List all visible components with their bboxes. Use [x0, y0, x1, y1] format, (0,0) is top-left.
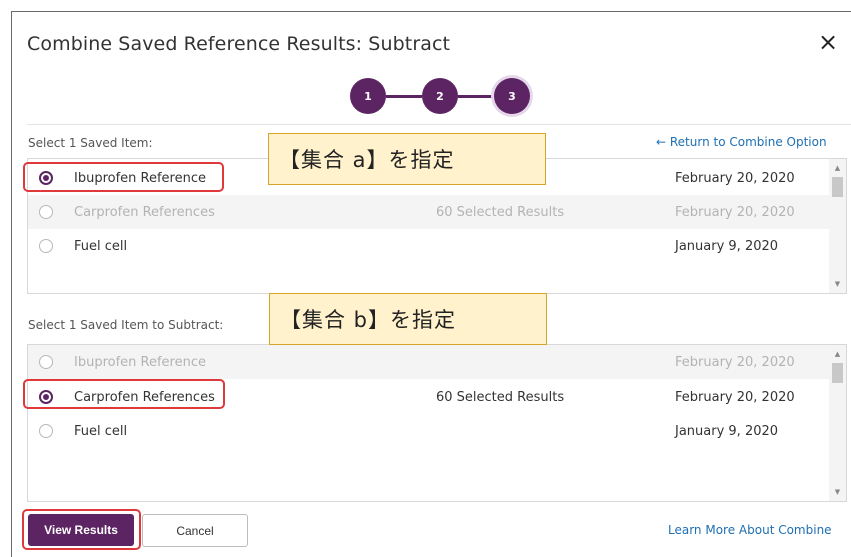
section-a-label: Select 1 Saved Item:: [28, 136, 153, 150]
saved-items-list-b: Ibuprofen Reference February 20, 2020 Ca…: [27, 344, 847, 502]
radio-unchecked-icon[interactable]: [39, 239, 53, 253]
cancel-button[interactable]: Cancel: [142, 514, 248, 547]
list-item-date: February 20, 2020: [675, 170, 795, 186]
list-item[interactable]: Fuel cell January 9, 2020: [28, 229, 830, 263]
scroll-thumb[interactable]: [832, 177, 843, 197]
list-item-name: Carprofen References: [74, 204, 215, 220]
scroll-up-icon[interactable]: ▲: [829, 347, 846, 361]
annotation-callout-b: 【集合 b】を指定: [269, 293, 547, 345]
list-item-date: January 9, 2020: [675, 423, 779, 439]
list-item-date: February 20, 2020: [675, 204, 795, 220]
scroll-up-icon[interactable]: ▲: [829, 161, 846, 175]
step-indicator: 1 2 3: [350, 78, 530, 114]
list-item: Carprofen References 60 Selected Results…: [28, 195, 830, 229]
scroll-down-icon[interactable]: ▼: [829, 485, 846, 499]
radio-disabled-icon: [39, 205, 53, 219]
close-icon[interactable]: ×: [818, 30, 838, 54]
radio-disabled-icon: [39, 355, 53, 369]
list-item-name: Fuel cell: [74, 238, 128, 254]
annotation-highlight-box: [23, 162, 224, 192]
step-1: 1: [350, 78, 386, 114]
list-item-date: January 9, 2020: [675, 238, 779, 254]
list-item: Ibuprofen Reference February 20, 2020: [28, 345, 830, 379]
list-item-count: 60 Selected Results: [436, 204, 565, 220]
step-3: 3: [494, 78, 530, 114]
list-item-date: February 20, 2020: [675, 354, 795, 370]
annotation-callout-a: 【集合 a】を指定: [268, 133, 546, 185]
annotation-highlight-box: [22, 509, 141, 550]
section-b-label: Select 1 Saved Item to Subtract:: [28, 318, 224, 332]
scroll-down-icon[interactable]: ▼: [829, 277, 846, 291]
dialog-title: Combine Saved Reference Results: Subtrac…: [27, 33, 451, 55]
list-item-name: Ibuprofen Reference: [74, 354, 206, 370]
step-2: 2: [422, 78, 458, 114]
step-connector: [386, 95, 422, 98]
return-to-combine-link[interactable]: ← Return to Combine Option: [656, 135, 827, 149]
list-item-count: 60 Selected Results: [436, 389, 565, 405]
list-item[interactable]: Fuel cell January 9, 2020: [28, 414, 830, 448]
step-connector: [458, 95, 494, 98]
learn-more-link[interactable]: Learn More About Combine: [668, 523, 832, 537]
header-divider: [27, 124, 851, 125]
list-scrollbar[interactable]: ▲ ▼: [829, 345, 846, 501]
list-item-date: February 20, 2020: [675, 389, 795, 405]
annotation-highlight-box: [23, 379, 225, 409]
list-item-name: Fuel cell: [74, 423, 128, 439]
radio-unchecked-icon[interactable]: [39, 424, 53, 438]
list-scrollbar[interactable]: ▲ ▼: [829, 159, 846, 293]
scroll-thumb[interactable]: [832, 363, 843, 383]
